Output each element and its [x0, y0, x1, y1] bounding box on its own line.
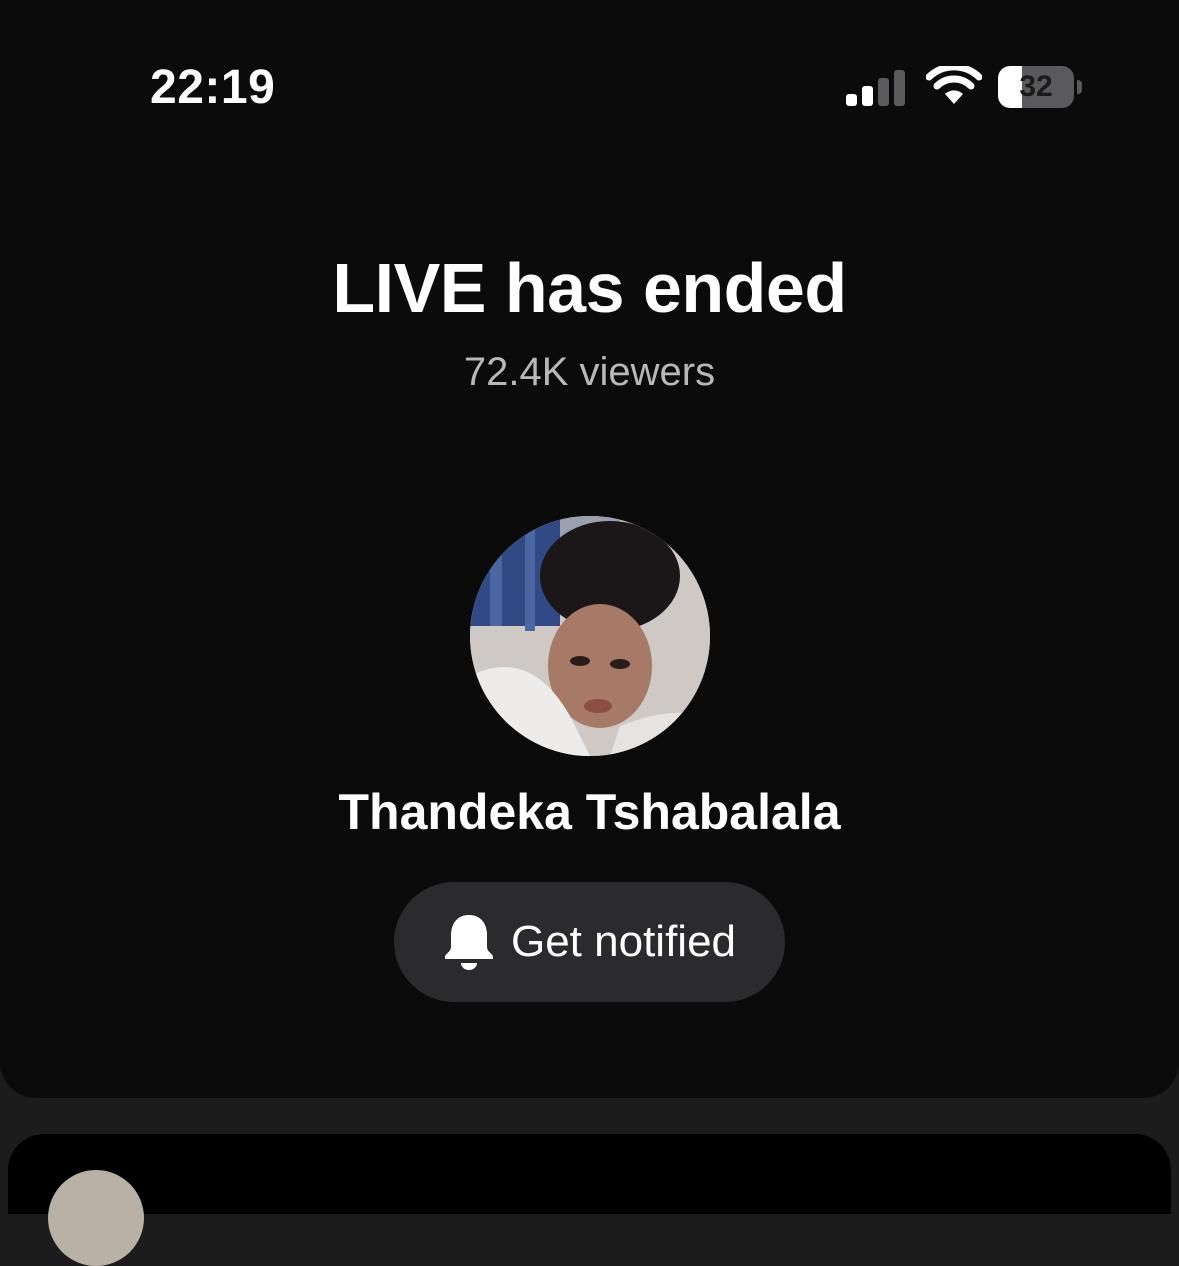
live-ended-card: 22:19 32 LIVE has ended 72.4K viewers Th… [0, 0, 1179, 1098]
next-avatar[interactable] [48, 1170, 144, 1266]
battery-icon: 32 [998, 66, 1084, 108]
get-notified-button[interactable]: Get notified [394, 882, 785, 1002]
bell-icon [444, 915, 493, 970]
viewer-count: 72.4K viewers [463, 350, 716, 394]
battery-level: 32 [1019, 70, 1053, 103]
host-name[interactable]: Thandeka Tshabalala [0, 783, 1179, 841]
avatar-image [470, 516, 710, 756]
cellular-signal-icon [846, 70, 905, 106]
status-time: 22:19 [150, 61, 276, 114]
get-notified-label: Get notified [510, 917, 737, 966]
screen: 22:19 32 LIVE has ended 72.4K viewers Th… [0, 0, 1179, 1266]
host-avatar[interactable] [470, 516, 710, 756]
next-card[interactable] [8, 1134, 1171, 1266]
wifi-icon [926, 66, 982, 104]
page-title: LIVE has ended [332, 249, 847, 327]
